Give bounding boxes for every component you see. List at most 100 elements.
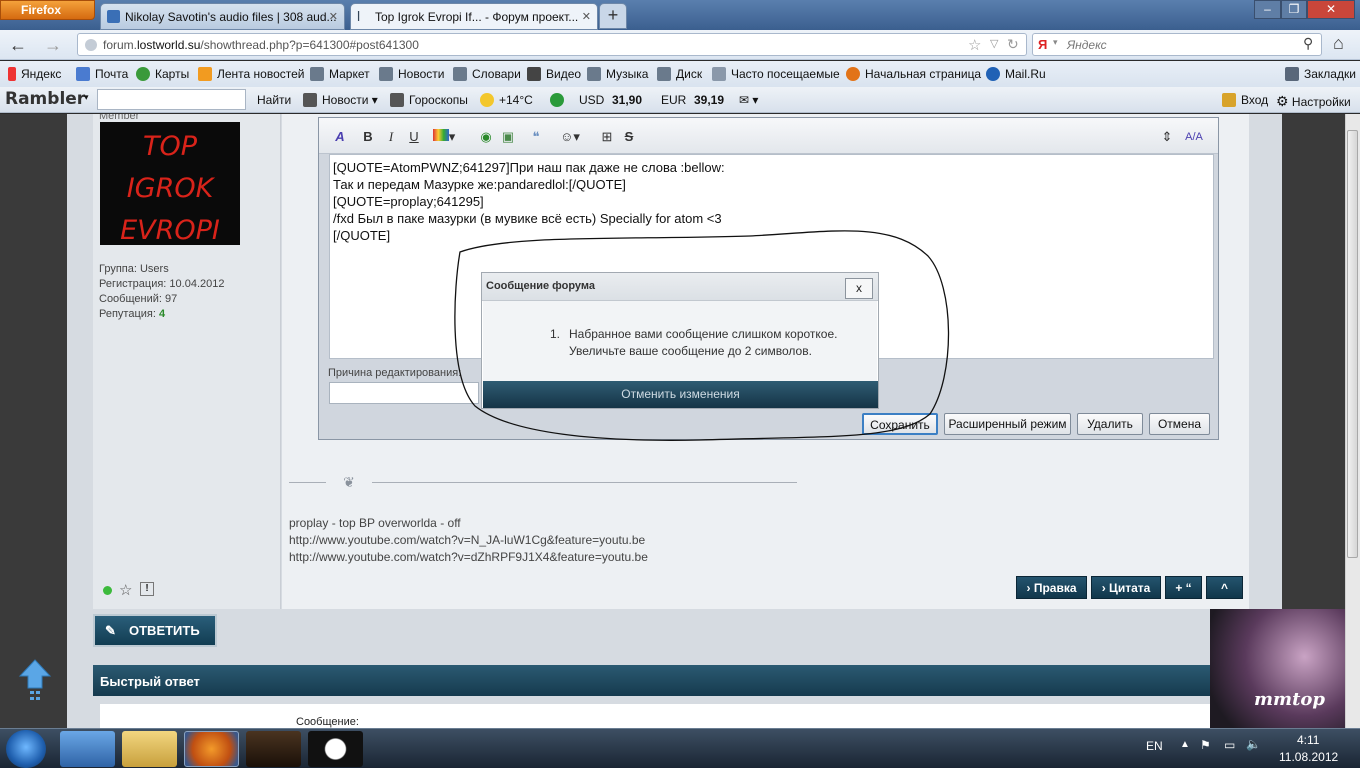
bold-icon[interactable]: B — [359, 128, 377, 146]
star-icon[interactable]: ☆ — [119, 581, 132, 599]
mmotop-banner[interactable]: mmtop — [1210, 609, 1345, 728]
close-window-button[interactable]: ✕ — [1307, 0, 1355, 19]
volume-icon[interactable]: 🔈 — [1246, 737, 1261, 751]
firefox-menu-button[interactable]: Firefox — [0, 0, 95, 20]
start-button[interactable] — [6, 730, 46, 768]
link-icon[interactable]: ◉ — [477, 128, 495, 146]
rambler-news[interactable]: Новости ▾ — [303, 93, 378, 107]
reply-button[interactable]: ✎ ОТВЕТИТЬ — [93, 614, 217, 647]
bookmark-video[interactable]: Видео — [527, 67, 581, 81]
edit-post-button[interactable]: › Правка — [1016, 576, 1087, 599]
scrollbar-thumb[interactable] — [1347, 130, 1358, 558]
bookmark-most-visited[interactable]: Часто посещаемые — [712, 67, 840, 81]
home-icon[interactable]: ⌂ — [1333, 33, 1344, 54]
rambler-find-button[interactable]: Найти — [257, 93, 291, 107]
expand-icon[interactable]: ⊞ — [598, 128, 616, 146]
tab-forum[interactable]: l Top Igrok Evropi If... - Форум проект.… — [350, 3, 598, 30]
rss-icon — [198, 67, 212, 81]
login-link[interactable]: Вход — [1222, 93, 1268, 107]
forward-icon[interactable]: → — [44, 35, 62, 56]
sun-icon — [480, 93, 494, 107]
url-bar[interactable]: forum.lostworld.su/showthread.php?p=6413… — [77, 33, 1027, 56]
dialog-close-button[interactable]: x — [845, 278, 873, 299]
delete-button[interactable]: Удалить — [1077, 413, 1143, 435]
bookmark-dictionaries[interactable]: Словари — [453, 67, 521, 81]
media-player-icon[interactable] — [60, 731, 115, 767]
search-icon[interactable]: ⚲ — [1303, 35, 1313, 52]
search-bar[interactable]: Я ▾ Яндекс ⚲ — [1032, 33, 1322, 56]
close-icon[interactable]: ✕ — [329, 10, 338, 23]
currency-icon[interactable] — [550, 93, 569, 107]
mailru-icon — [986, 67, 1000, 81]
lineage-icon[interactable] — [246, 731, 301, 767]
underline-icon[interactable]: U — [405, 128, 423, 146]
text-color-icon[interactable]: ▾ — [431, 128, 457, 146]
minimize-button[interactable]: – — [1254, 0, 1281, 19]
report-icon[interactable]: ! — [140, 582, 154, 596]
rambler-horoscope[interactable]: Гороскопы — [390, 93, 468, 107]
bookmark-mailru[interactable]: Mail.Ru — [986, 67, 1046, 81]
scroll-up-button[interactable]: ^ — [1206, 576, 1243, 599]
firefox-taskbar-icon[interactable] — [184, 731, 239, 767]
show-hidden-icon[interactable]: ▲ — [1180, 739, 1190, 750]
bookmark-news-feed[interactable]: Лента новостей — [198, 67, 305, 81]
bookmark-music[interactable]: Музыка — [587, 67, 648, 81]
explorer-icon[interactable] — [122, 731, 177, 767]
font-icon[interactable]: A — [331, 128, 349, 146]
bookmark-news[interactable]: Новости — [379, 67, 444, 81]
bookmark-star-icon[interactable]: ☆ — [968, 36, 981, 54]
settings-link[interactable]: ⚙ Настройки — [1276, 93, 1351, 110]
reload-icon[interactable]: ↻ — [1007, 36, 1019, 53]
clock-date[interactable]: 11.08.2012 — [1279, 750, 1338, 764]
action-center-icon[interactable]: ⚑ — [1200, 738, 1211, 752]
avatar[interactable]: TOP IGROK EVROPI — [100, 122, 240, 246]
quote-post-button[interactable]: › Цитата — [1091, 576, 1161, 599]
clock-time[interactable]: 4:11 — [1297, 733, 1319, 747]
ble-app-icon[interactable] — [308, 731, 363, 767]
dialog-title: Сообщение форума — [482, 273, 878, 301]
folder-icon — [712, 67, 726, 81]
disk-icon — [657, 67, 671, 81]
rambler-weather[interactable]: +14°C — [480, 93, 533, 107]
scroll-to-top-icon[interactable] — [18, 658, 52, 704]
rambler-logo[interactable]: Rambler — [5, 89, 85, 109]
italic-icon[interactable]: I — [382, 128, 400, 146]
tab-title: Top Igrok Evropi If... - Форум проект... — [375, 10, 579, 24]
bookmarks-menu[interactable]: Закладки — [1285, 67, 1356, 81]
smilies-icon[interactable]: ☺▾ — [557, 128, 583, 146]
message-number: 1. — [550, 327, 561, 341]
back-icon[interactable]: ← — [9, 35, 27, 56]
bookmark-market[interactable]: Маркет — [310, 67, 370, 81]
system-tray: EN ▲ ⚑ ▭ 🔈 4:11 11.08.2012 — [1140, 728, 1360, 768]
dialog-message: 1. Набранное вами сообщение слишком коро… — [482, 301, 878, 381]
bookmark-start-page[interactable]: Начальная страница — [846, 67, 981, 81]
mail-icon[interactable]: ✉ ▾ — [739, 93, 758, 107]
dropdown-icon[interactable]: ▽ — [990, 37, 998, 50]
quote-icon[interactable]: ❝ — [527, 128, 545, 146]
rambler-search-input[interactable] — [97, 89, 246, 110]
switch-mode-icon[interactable]: A/A — [1185, 128, 1203, 146]
resize-icon[interactable]: ⇕ — [1158, 128, 1176, 146]
bookmark-mail[interactable]: Почта — [76, 67, 128, 81]
revert-changes-button[interactable]: Отменить изменения — [483, 381, 878, 408]
bookmark-yandex[interactable]: Яндекс — [8, 67, 61, 81]
new-tab-button[interactable]: + — [599, 3, 627, 29]
signature-link[interactable]: http://www.youtube.com/watch?v=N_JA-luW1… — [289, 533, 645, 547]
strikethrough-icon[interactable]: S — [620, 128, 638, 146]
user-title: Member — [99, 114, 140, 122]
market-icon — [310, 67, 324, 81]
image-icon[interactable]: ▣ — [499, 128, 517, 146]
multiquote-button[interactable]: + “ — [1165, 576, 1202, 599]
signature-link[interactable]: http://www.youtube.com/watch?v=dZhRPF9J1… — [289, 550, 648, 564]
dropdown-icon[interactable]: ▾ — [1053, 37, 1058, 48]
advanced-mode-button[interactable]: Расширенный режим — [944, 413, 1071, 435]
cancel-button[interactable]: Отмена — [1149, 413, 1210, 435]
network-icon[interactable]: ▭ — [1224, 738, 1235, 752]
close-icon[interactable]: ✕ — [582, 10, 591, 23]
bookmark-disk[interactable]: Диск — [657, 67, 702, 81]
restore-button[interactable]: ❐ — [1281, 0, 1307, 19]
tab-audio-files[interactable]: Nikolay Savotin's audio files | 308 aud.… — [100, 3, 345, 30]
dropdown-icon[interactable]: ▾ — [84, 92, 89, 103]
bookmark-maps[interactable]: Карты — [136, 67, 189, 81]
language-indicator[interactable]: EN — [1146, 739, 1163, 753]
